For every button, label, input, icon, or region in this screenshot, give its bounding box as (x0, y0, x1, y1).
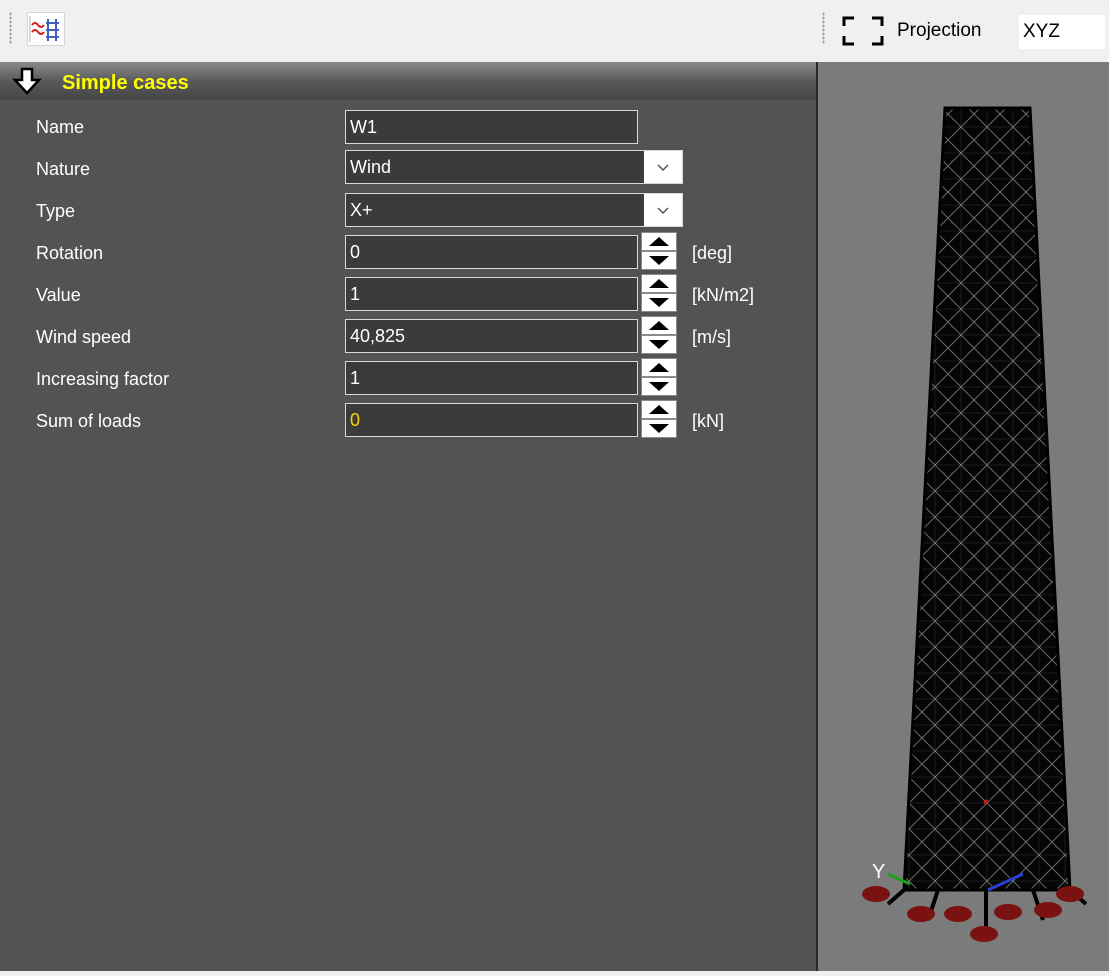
increasing-factor-increment-button[interactable] (641, 358, 677, 377)
value-field[interactable]: 1 (345, 277, 638, 311)
triangle-down-icon (649, 256, 669, 265)
triangle-up-icon (649, 237, 669, 246)
sum-of-loads-label: Sum of loads (36, 411, 142, 431)
triangle-down-icon (649, 424, 669, 433)
increasing-factor-label: Increasing factor (36, 369, 170, 389)
nature-dropdown-button[interactable] (644, 151, 682, 183)
increasing-factor-decrement-button[interactable] (641, 377, 677, 396)
sum-of-loads-spinner[interactable] (641, 400, 677, 438)
wind-speed-field[interactable]: 40,825 (345, 319, 638, 353)
toolbar-grip[interactable] (822, 12, 825, 44)
value-unit: [kN/m2] (692, 285, 755, 305)
type-label: Type (36, 201, 76, 221)
arrow-down-icon[interactable] (8, 66, 48, 96)
triangle-up-icon (649, 321, 669, 330)
triangle-down-icon (649, 298, 669, 307)
rotation-unit: [deg] (692, 243, 733, 263)
y-axis-label: Y (872, 861, 885, 883)
type-dropdown-button[interactable] (644, 194, 682, 226)
wind-speed-label: Wind speed (36, 327, 132, 347)
rotation-spinner[interactable] (641, 232, 677, 270)
nature-label: Nature (36, 159, 91, 179)
triangle-up-icon (649, 279, 669, 288)
fit-view-icon[interactable] (842, 16, 884, 46)
toolbar-grip[interactable] (9, 12, 12, 44)
name-label: Name (36, 117, 85, 137)
sum-of-loads-decrement-button[interactable] (641, 419, 677, 438)
lattice-tower-model: Y (862, 106, 1088, 942)
3d-viewport[interactable]: Y (818, 62, 1109, 971)
increasing-factor-field[interactable]: 1 (345, 361, 638, 395)
wind-speed-increment-button[interactable] (641, 316, 677, 335)
support-icon (862, 886, 1084, 942)
sum-of-loads-field[interactable]: 0 (345, 403, 638, 437)
value-decrement-button[interactable] (641, 293, 677, 312)
rotation-field[interactable]: 0 (345, 235, 638, 269)
left-toolbar (0, 0, 816, 62)
value-spinner[interactable] (641, 274, 677, 312)
value-increment-button[interactable] (641, 274, 677, 293)
triangle-up-icon (649, 405, 669, 414)
sum-of-loads-unit: [kN] (692, 411, 725, 431)
chevron-down-icon (657, 164, 669, 172)
triangle-down-icon (649, 382, 669, 391)
right-toolbar: Projection XYZ (816, 0, 1109, 62)
nature-select[interactable]: Wind (345, 150, 683, 184)
rotation-decrement-button[interactable] (641, 251, 677, 270)
value-label: Value (36, 285, 81, 305)
wind-speed-decrement-button[interactable] (641, 335, 677, 354)
type-select[interactable]: X+ (345, 193, 683, 227)
wind-speed-spinner[interactable] (641, 316, 677, 354)
triangle-down-icon (649, 340, 669, 349)
load-graph-button[interactable] (27, 12, 65, 46)
section-title: Simple cases (62, 72, 189, 94)
triangle-up-icon (649, 363, 669, 372)
type-value: X+ (350, 200, 373, 220)
nature-value: Wind (350, 157, 392, 177)
sum-of-loads-increment-button[interactable] (641, 400, 677, 419)
projection-label: Projection (897, 20, 982, 41)
name-field[interactable]: W1 (345, 110, 638, 144)
increasing-factor-spinner[interactable] (641, 358, 677, 396)
rotation-increment-button[interactable] (641, 232, 677, 251)
load-graph-icon (29, 16, 59, 42)
projection-select[interactable]: XYZ (1019, 15, 1105, 49)
wind-speed-unit: [m/s] (692, 327, 731, 347)
rotation-label: Rotation (36, 243, 104, 263)
chevron-down-icon (657, 207, 669, 215)
